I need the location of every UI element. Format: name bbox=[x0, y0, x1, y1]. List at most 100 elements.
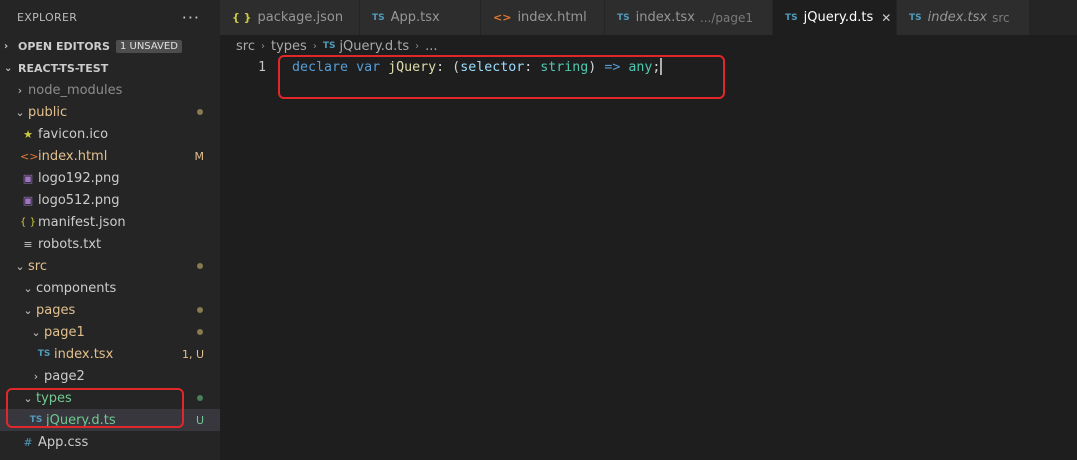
tree-item-label: pages bbox=[36, 302, 76, 318]
chevron-right-icon: › bbox=[415, 40, 420, 52]
chevron-down-icon: ⌄ bbox=[23, 281, 33, 295]
breadcrumb-item[interactable]: jQuery.d.ts bbox=[339, 39, 409, 54]
line-numbers: 1 bbox=[220, 57, 278, 77]
tree-item-label: node_modules bbox=[28, 82, 123, 98]
open-editors-section[interactable]: › OPEN EDITORS 1 UNSAVED bbox=[0, 35, 220, 57]
ts-icon: TS bbox=[372, 12, 385, 23]
tree-item-label: App.css bbox=[38, 434, 89, 450]
tree-item-logo192[interactable]: ▣ logo192.png bbox=[0, 167, 220, 189]
chevron-down-icon: ⌄ bbox=[15, 105, 25, 119]
tree-item-node-modules[interactable]: › node_modules bbox=[0, 79, 220, 101]
tree-item-favicon[interactable]: ★ favicon.ico bbox=[0, 123, 220, 145]
more-actions-icon[interactable]: ··· bbox=[182, 8, 200, 27]
tab-index-html[interactable]: <> index.html bbox=[481, 0, 605, 35]
tree-item-page1[interactable]: ⌄ page1 bbox=[0, 321, 220, 343]
ts-icon: TS bbox=[29, 415, 43, 425]
tree-item-label: robots.txt bbox=[38, 236, 102, 252]
git-status-badge: M bbox=[194, 149, 205, 163]
breadcrumb: src › types › TS jQuery.d.ts › ... bbox=[220, 35, 438, 57]
explorer-title: EXPLORER bbox=[17, 11, 78, 24]
text-icon: ≡ bbox=[23, 237, 33, 251]
tab-index-tsx-page1[interactable]: TS index.tsx .../page1 bbox=[605, 0, 773, 35]
tree-item-label: components bbox=[36, 280, 117, 296]
tab-description: .../page1 bbox=[699, 10, 753, 25]
tree-item-page2[interactable]: › page2 bbox=[0, 365, 220, 387]
tree-item-label: src bbox=[28, 258, 47, 274]
ts-icon: TS bbox=[617, 12, 630, 23]
tab-index-tsx-src[interactable]: TS index.tsx src bbox=[897, 0, 1030, 35]
text-cursor bbox=[660, 58, 663, 75]
tree-item-app-css[interactable]: # App.css bbox=[0, 431, 220, 453]
git-status-badge: U bbox=[195, 413, 204, 427]
modified-dot-icon bbox=[197, 109, 203, 115]
modified-dot-icon bbox=[197, 263, 203, 269]
chevron-down-icon: ⌄ bbox=[23, 303, 33, 317]
breadcrumb-item[interactable]: ... bbox=[425, 39, 437, 54]
image-icon: ▣ bbox=[22, 193, 34, 207]
tab-package-json[interactable]: { } package.json bbox=[220, 0, 360, 35]
explorer-sidebar: EXPLORER ··· › OPEN EDITORS 1 UNSAVED ⌄ … bbox=[0, 0, 220, 460]
parameter-token: selector bbox=[460, 60, 525, 75]
breadcrumb-item[interactable]: types bbox=[271, 39, 307, 54]
chevron-down-icon: ⌄ bbox=[23, 391, 33, 405]
tree-item-label: page2 bbox=[44, 368, 85, 384]
tree-item-src[interactable]: ⌄ src bbox=[0, 255, 220, 277]
tree-item-pages[interactable]: ⌄ pages bbox=[0, 299, 220, 321]
unsaved-badge: 1 UNSAVED bbox=[115, 39, 182, 53]
chevron-right-icon: › bbox=[17, 83, 23, 97]
code-line[interactable]: declare var jQuery: (selector: string) =… bbox=[292, 57, 663, 77]
project-section[interactable]: ⌄ REACT-TS-TEST bbox=[0, 57, 220, 79]
chevron-right-icon: › bbox=[260, 40, 265, 52]
tab-jquery-dts[interactable]: TS jQuery.d.ts ✕ bbox=[773, 0, 897, 35]
type-token: string bbox=[540, 60, 589, 75]
tree-item-public[interactable]: ⌄ public bbox=[0, 101, 220, 123]
tree-item-label: index.html bbox=[38, 148, 108, 164]
ts-icon: TS bbox=[909, 12, 922, 23]
tree-item-label: types bbox=[36, 390, 72, 406]
modified-dot-icon bbox=[197, 329, 203, 335]
tab-label: package.json bbox=[257, 10, 344, 25]
project-label: REACT-TS-TEST bbox=[18, 61, 109, 75]
modified-dot-icon bbox=[197, 307, 203, 313]
json-icon: { } bbox=[20, 216, 36, 228]
keyword-token: var bbox=[356, 60, 381, 75]
type-token: any bbox=[628, 60, 653, 75]
explorer-header: EXPLORER ··· bbox=[0, 0, 220, 35]
close-icon[interactable]: ✕ bbox=[881, 11, 891, 25]
ts-icon: TS bbox=[785, 12, 798, 23]
chevron-down-icon: ⌄ bbox=[4, 62, 13, 74]
tree-item-index-tsx[interactable]: TS index.tsx 1, U bbox=[0, 343, 220, 365]
keyword-token: declare bbox=[292, 60, 349, 75]
tree-item-label: logo512.png bbox=[38, 192, 120, 208]
code-editor[interactable]: 1 declare var jQuery: (selector: string)… bbox=[220, 57, 1077, 460]
tab-app-tsx[interactable]: TS App.tsx bbox=[360, 0, 481, 35]
html-icon: <> bbox=[493, 11, 512, 24]
breadcrumb-item[interactable]: src bbox=[236, 39, 255, 54]
tree-item-jquery-dts[interactable]: TS jQuery.d.ts U bbox=[0, 409, 220, 431]
json-icon: { } bbox=[232, 11, 252, 24]
git-status-badge: 1, U bbox=[181, 347, 204, 361]
punctuation-token: : ( bbox=[436, 60, 461, 75]
image-icon: ▣ bbox=[22, 171, 34, 185]
tree-item-robots[interactable]: ≡ robots.txt bbox=[0, 233, 220, 255]
ts-icon: TS bbox=[322, 41, 336, 51]
tree-item-index-html[interactable]: <> index.html M bbox=[0, 145, 220, 167]
tree-item-label: page1 bbox=[44, 324, 85, 340]
tree-item-logo512[interactable]: ▣ logo512.png bbox=[0, 189, 220, 211]
chevron-down-icon: ⌄ bbox=[15, 259, 25, 273]
tree-item-label: logo192.png bbox=[38, 170, 120, 186]
editor-tabs: { } package.json TS App.tsx <> index.htm… bbox=[220, 0, 1077, 35]
chevron-right-icon: › bbox=[33, 369, 39, 383]
punctuation-token: : bbox=[524, 60, 541, 75]
tree-item-label: jQuery.d.ts bbox=[46, 412, 116, 428]
tree-item-manifest[interactable]: { } manifest.json bbox=[0, 211, 220, 233]
open-editors-label: OPEN EDITORS bbox=[18, 39, 110, 53]
tree-item-types[interactable]: ⌄ types bbox=[0, 387, 220, 409]
tab-label: index.html bbox=[517, 10, 587, 25]
line-number: 1 bbox=[258, 60, 266, 75]
tree-item-label: public bbox=[28, 104, 68, 120]
tree-item-components[interactable]: ⌄ components bbox=[0, 277, 220, 299]
punctuation-token: ; bbox=[652, 60, 661, 75]
tab-label: index.tsx bbox=[635, 10, 695, 25]
tab-description: src bbox=[992, 10, 1010, 25]
